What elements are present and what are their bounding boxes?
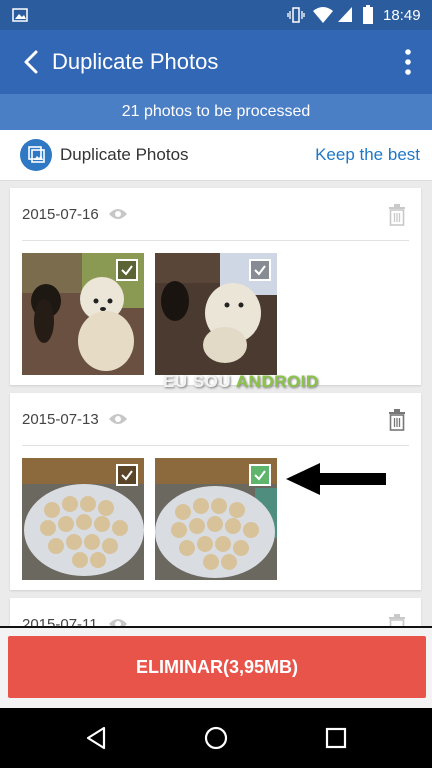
app-bar: Duplicate Photos [0,30,432,94]
duplicate-group-card: 2015-07-16 [10,188,421,385]
wifi-icon [313,7,333,23]
photo-checkbox[interactable] [116,259,138,281]
processing-banner: 21 photos to be processed [0,94,432,130]
nav-back-icon[interactable] [82,724,110,752]
more-vertical-icon[interactable] [402,46,414,78]
card-divider [22,240,409,241]
arrow-annotation-icon [286,463,386,495]
duplicate-photos-icon [20,139,52,171]
arrow-back-icon[interactable] [18,48,46,76]
vibrate-icon [287,7,305,23]
eye-icon[interactable] [108,207,128,221]
photo-thumbnail[interactable] [22,458,144,580]
status-bar: 18:49 [0,0,432,30]
navigation-bar [0,708,432,768]
bottom-action-area: ELIMINAR(3,95MB) [0,626,432,710]
nav-home-icon[interactable] [202,724,230,752]
group-date: 2015-07-16 [22,206,99,223]
page-title: Duplicate Photos [52,49,219,74]
group-date: 2015-07-13 [22,411,99,428]
photo-thumbnail[interactable] [155,458,277,580]
card-divider [22,445,409,446]
section-header: Duplicate Photos Keep the best [0,130,432,181]
delete-button[interactable]: ELIMINAR(3,95MB) [8,636,426,698]
photo-checkbox[interactable] [116,464,138,486]
section-label: Duplicate Photos [60,145,189,164]
trash-icon[interactable] [387,409,407,431]
eye-icon[interactable] [108,412,128,426]
cell-signal-icon [338,7,352,22]
battery-icon [363,5,373,24]
status-time: 18:49 [383,7,421,24]
keep-the-best-link[interactable]: Keep the best [315,145,420,165]
watermark-logo: EU SOU ANDROID [163,372,319,391]
photo-thumbnail[interactable] [22,253,144,375]
image-icon [12,8,28,22]
photo-checkbox-selected[interactable] [249,464,271,486]
trash-icon[interactable] [387,204,407,226]
nav-recents-icon[interactable] [322,724,350,752]
photo-checkbox[interactable] [249,259,271,281]
duplicate-group-card: 2015-07-13 [10,393,421,590]
photo-thumbnail[interactable] [155,253,277,375]
